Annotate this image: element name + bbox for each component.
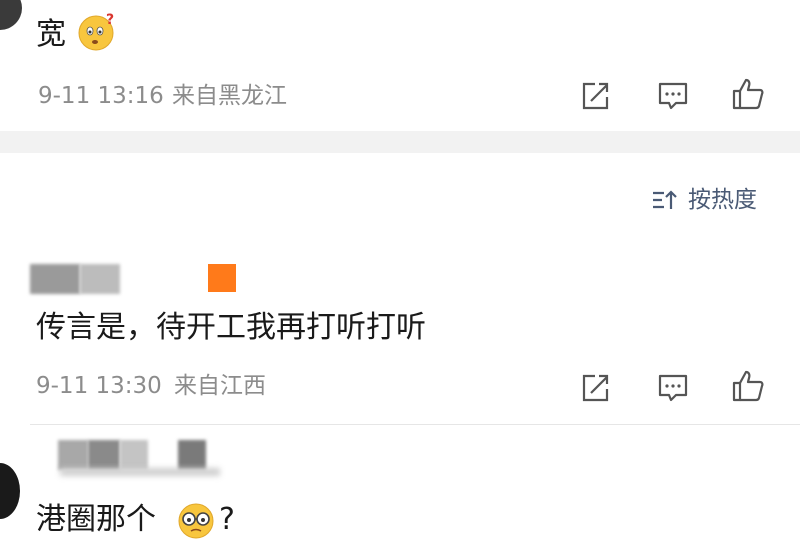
blurred-username: [120, 440, 148, 470]
like-icon[interactable]: [731, 77, 765, 111]
avatar[interactable]: [0, 463, 20, 519]
avatar[interactable]: [0, 0, 22, 30]
like-icon[interactable]: [731, 369, 765, 403]
blurred-username: [58, 440, 88, 470]
sort-icon[interactable]: [651, 187, 679, 215]
comment-timestamp: 9-11 13:16: [38, 83, 164, 109]
section-separator: [0, 131, 800, 153]
sort-by-hot-button[interactable]: 按热度: [688, 189, 757, 212]
confused-face-emoji: ?: [76, 12, 116, 52]
share-icon[interactable]: [578, 371, 612, 405]
glasses-face-emoji: [176, 500, 216, 540]
svg-text:?: ?: [106, 12, 114, 28]
comment-text: 港圈那个: [36, 502, 156, 537]
blurred-username: [60, 468, 220, 476]
blurred-username: [30, 264, 80, 294]
comment-divider: [30, 424, 800, 425]
comment-location: 来自黑龙江: [172, 83, 287, 109]
blurred-username: [88, 440, 120, 470]
comment-suffix: ?: [219, 502, 235, 537]
comment-icon[interactable]: [656, 79, 690, 113]
comment-icon[interactable]: [656, 371, 690, 405]
blurred-username: [80, 264, 120, 294]
comment-text: 传言是，待开工我再打听打听: [36, 310, 426, 345]
user-badge: [208, 264, 236, 292]
share-icon[interactable]: [578, 79, 612, 113]
comment-location: 来自江西: [174, 373, 266, 399]
comment-text: 宽: [36, 17, 66, 52]
blurred-username: [178, 440, 206, 470]
comment-timestamp: 9-11 13:30: [36, 373, 162, 399]
